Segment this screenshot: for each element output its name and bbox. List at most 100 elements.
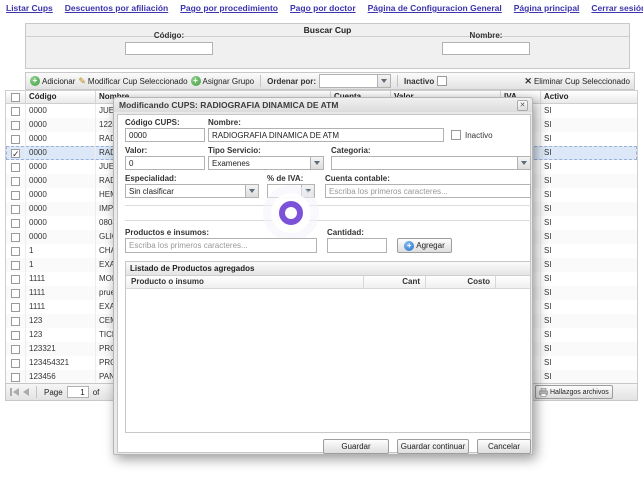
row-checkbox[interactable]: ✓ xyxy=(11,149,20,158)
asignar-grupo-button[interactable]: Asignar Grupo xyxy=(191,76,255,86)
table-cell: 0000 xyxy=(26,104,96,118)
chevron-down-icon[interactable] xyxy=(517,157,530,169)
nav-link[interactable]: Descuentos por afiliación xyxy=(65,3,168,13)
row-checkbox[interactable] xyxy=(11,163,20,172)
row-checkbox[interactable] xyxy=(11,135,20,144)
categoria-label: Categoria: xyxy=(331,146,371,155)
listado-productos-panel: Listado de Productos agregados Producto … xyxy=(125,261,531,433)
table-cell: SI xyxy=(541,272,637,286)
row-checkbox[interactable] xyxy=(11,331,20,340)
codigo-search-input[interactable] xyxy=(125,42,213,55)
categoria-combo[interactable] xyxy=(331,156,531,170)
nav-link[interactable]: Pago por procedimiento xyxy=(180,3,278,13)
row-checkbox[interactable] xyxy=(11,303,20,312)
column-header-activo[interactable]: Activo xyxy=(541,91,637,103)
nombre-search-input[interactable] xyxy=(442,42,530,55)
especialidad-label: Especialidad: xyxy=(125,174,177,183)
eliminar-cup-button[interactable]: Eliminar Cup Seleccionado xyxy=(524,76,630,87)
table-cell: SI xyxy=(541,286,637,300)
header-select-all-checkbox[interactable] xyxy=(6,91,26,103)
table-cell: 0000 xyxy=(26,118,96,132)
valor-input[interactable] xyxy=(125,156,205,170)
page-number-input[interactable] xyxy=(67,386,89,398)
nav-link[interactable]: Cerrar sesión xyxy=(591,3,643,13)
row-checkbox[interactable] xyxy=(11,373,20,382)
codigo-cups-input[interactable] xyxy=(125,128,205,142)
first-page-icon[interactable] xyxy=(10,388,19,396)
row-checkbox[interactable] xyxy=(11,121,20,130)
buscar-cup-panel: Buscar Cup Código: Nombre: xyxy=(25,23,630,69)
loading-spinner xyxy=(279,201,303,225)
table-cell: SI xyxy=(541,118,637,132)
iva-label: % de IVA: xyxy=(267,174,303,183)
cuenta-contable-label: Cuenta contable: xyxy=(325,174,390,183)
inactivo-checkbox[interactable] xyxy=(451,130,461,140)
modificar-cup-button[interactable]: Modificar Cup Seleccionado xyxy=(78,76,187,86)
nav-link[interactable]: Página principal xyxy=(514,3,580,13)
especialidad-combo[interactable]: Sin clasificar xyxy=(125,184,259,198)
checkbox-icon xyxy=(11,93,20,102)
row-checkbox[interactable] xyxy=(11,289,20,298)
adicionar-label: Adicionar xyxy=(42,77,75,86)
column-header-producto[interactable]: Producto o insumo xyxy=(126,276,364,288)
chevron-down-icon[interactable] xyxy=(377,75,390,87)
nav-link[interactable]: Pago por doctor xyxy=(290,3,356,13)
table-cell: SI xyxy=(541,314,637,328)
nombre-input[interactable] xyxy=(208,128,444,142)
row-checkbox[interactable] xyxy=(11,359,20,368)
row-checkbox[interactable] xyxy=(11,205,20,214)
row-checkbox[interactable] xyxy=(11,275,20,284)
iva-combo[interactable] xyxy=(267,184,315,198)
divider xyxy=(125,205,531,206)
chevron-down-icon[interactable] xyxy=(301,185,314,197)
adicionar-button[interactable]: Adicionar xyxy=(30,76,75,86)
table-cell: SI xyxy=(541,146,637,160)
grid-toolbar: Adicionar Modificar Cup Seleccionado Asi… xyxy=(25,72,635,90)
row-checkbox[interactable] xyxy=(11,177,20,186)
nav-link[interactable]: Listar Cups xyxy=(6,3,53,13)
column-header-costo[interactable]: Costo xyxy=(426,276,496,288)
cancelar-button[interactable]: Cancelar xyxy=(477,439,531,454)
productos-insumos-label: Productos e insumos: xyxy=(125,228,209,237)
close-icon[interactable]: ✕ xyxy=(517,100,528,111)
guardar-button[interactable]: Guardar xyxy=(323,439,389,454)
table-cell: SI xyxy=(541,174,637,188)
toolbar-separator xyxy=(397,75,398,87)
row-checkbox[interactable] xyxy=(11,261,20,270)
table-cell: SI xyxy=(541,188,637,202)
agregar-button[interactable]: Agregar xyxy=(397,238,452,253)
cuenta-contable-input[interactable] xyxy=(325,184,531,198)
codigo-cups-label: Código CUPS: xyxy=(125,118,180,127)
chevron-down-icon[interactable] xyxy=(310,157,323,169)
table-cell: 1 xyxy=(26,258,96,272)
tipo-servicio-combo[interactable]: Examenes xyxy=(208,156,324,170)
row-checkbox[interactable] xyxy=(11,219,20,228)
column-header-cant[interactable]: Cant xyxy=(364,276,426,288)
guardar-continuar-button[interactable]: Guardar continuar xyxy=(397,439,469,454)
row-checkbox[interactable] xyxy=(11,107,20,116)
hallazgos-archivos-button[interactable]: Hallazgos archivos xyxy=(535,385,613,399)
chevron-down-icon[interactable] xyxy=(245,185,258,197)
row-checkbox[interactable] xyxy=(11,233,20,242)
table-cell: SI xyxy=(541,244,637,258)
cantidad-input[interactable] xyxy=(327,238,387,253)
prev-page-icon[interactable] xyxy=(23,388,29,396)
table-cell: SI xyxy=(541,132,637,146)
row-checkbox[interactable] xyxy=(11,345,20,354)
ordenar-por-combo[interactable] xyxy=(319,74,391,88)
productos-insumos-input[interactable] xyxy=(125,238,317,253)
row-checkbox[interactable] xyxy=(11,247,20,256)
cantidad-label: Cantidad: xyxy=(327,228,364,237)
row-checkbox[interactable] xyxy=(11,191,20,200)
table-cell: 123 xyxy=(26,314,96,328)
column-header-codigo[interactable]: Código xyxy=(26,91,96,103)
nav-link[interactable]: Página de Configuracion General xyxy=(368,3,502,13)
codigo-search-label: Código: xyxy=(125,31,213,40)
inactivo-filter-checkbox[interactable] xyxy=(437,76,447,86)
table-cell: 1111 xyxy=(26,286,96,300)
row-checkbox[interactable] xyxy=(11,317,20,326)
table-cell: 1111 xyxy=(26,300,96,314)
page-of-label: of xyxy=(93,388,100,397)
asignar-label: Asignar Grupo xyxy=(203,77,255,86)
pagination-separator xyxy=(36,386,37,398)
